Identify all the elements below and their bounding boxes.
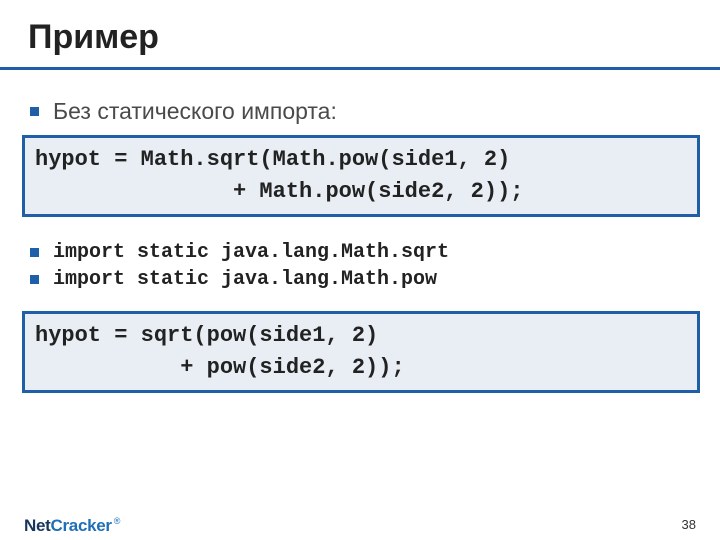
slide-title: Пример [28,18,692,57]
code-line: + pow(side2, 2)); [35,355,405,380]
bullet-icon [30,107,39,116]
slide: Пример Без статического импорта: hypot =… [0,0,720,540]
bullet-icon [30,248,39,257]
import-line: import static java.lang.Math.pow [53,268,437,291]
slide-content: Без статического импорта: hypot = Math.s… [28,98,692,393]
import-line: import static java.lang.Math.sqrt [53,241,449,264]
logo-part-net: Net [24,516,51,535]
logo-registered: ® [114,516,120,526]
brand-logo: NetCracker® [24,516,120,536]
code-block-1: hypot = Math.sqrt(Math.pow(side1, 2) + M… [22,135,700,217]
bullet-item: import static java.lang.Math.sqrt [30,241,692,264]
bullet-icon [30,275,39,284]
logo-part-cracker: Cracker [51,516,112,535]
code-line: hypot = Math.sqrt(Math.pow(side1, 2) [35,147,510,172]
bullet-text: Без статического импорта: [53,98,337,125]
slide-footer: NetCracker® 38 [0,504,720,540]
code-line: + Math.pow(side2, 2)); [35,179,523,204]
bullet-item: Без статического импорта: [30,98,692,125]
bullet-item: import static java.lang.Math.pow [30,268,692,291]
code-line: hypot = sqrt(pow(side1, 2) [35,323,378,348]
title-rule [0,67,720,70]
page-number: 38 [682,517,696,536]
code-block-2: hypot = sqrt(pow(side1, 2) + pow(side2, … [22,311,700,393]
imports-list: import static java.lang.Math.sqrt import… [30,241,692,291]
